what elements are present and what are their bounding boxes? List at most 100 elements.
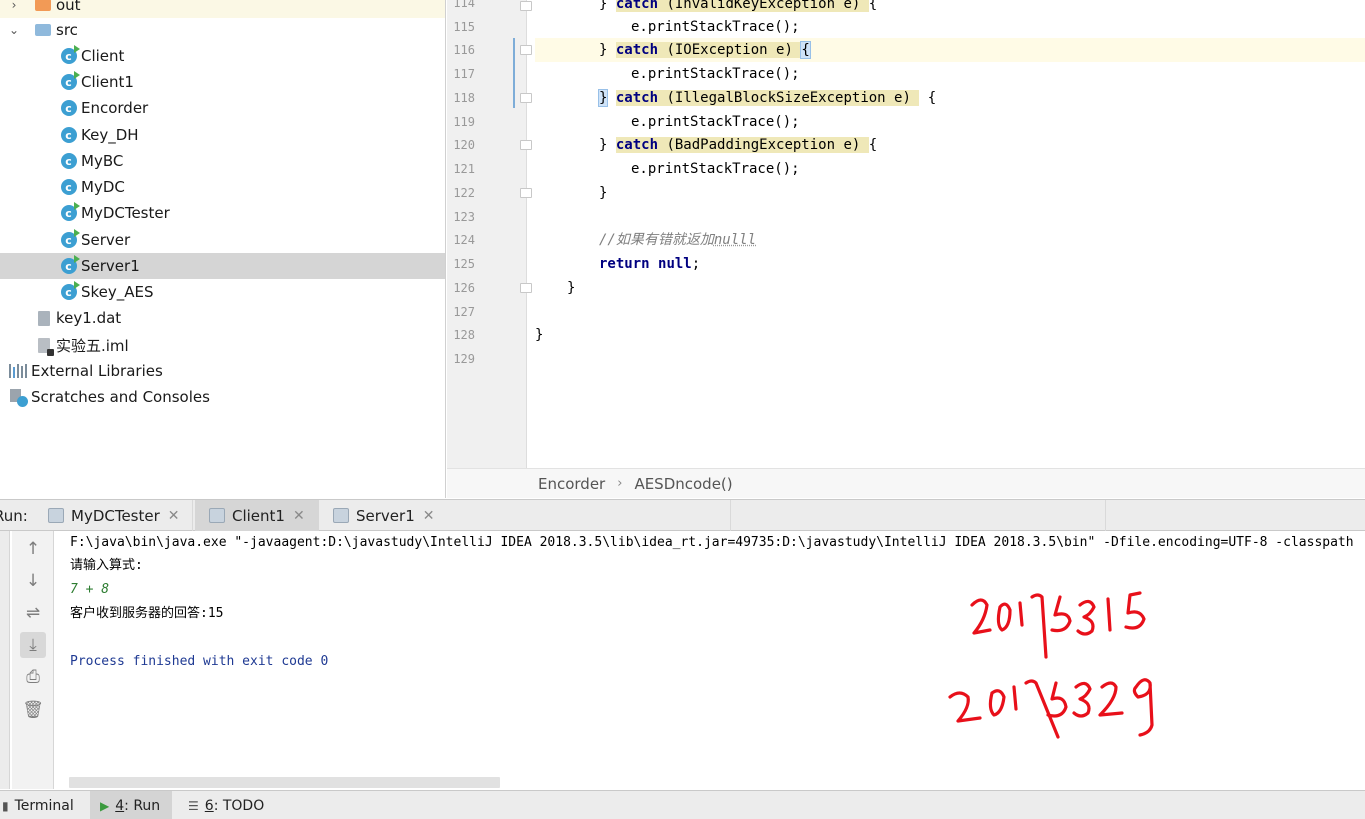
tree-item-encorder[interactable]: c Encorder	[0, 95, 445, 121]
line-number: 117	[453, 67, 475, 81]
horizontal-scrollbar[interactable]	[69, 777, 500, 788]
chevron-right-icon: ›	[617, 476, 623, 491]
run-tool-button[interactable]: ▶ 4: Run	[90, 791, 173, 819]
run-config-icon	[209, 508, 225, 523]
tree-item-server1[interactable]: c Server1	[0, 253, 445, 279]
tree-item-mybc[interactable]: c MyBC	[0, 148, 445, 174]
class-icon: c	[60, 179, 77, 196]
line-number: 120	[453, 138, 475, 152]
line-number: 121	[453, 162, 475, 176]
console-user-input: 7 + 8	[70, 582, 110, 597]
run-title: Run:	[0, 507, 28, 525]
class-icon: c	[60, 281, 80, 301]
class-icon: c	[60, 127, 77, 144]
code-line-122: }	[599, 185, 608, 201]
vcs-change-marker[interactable]	[513, 38, 515, 108]
print-icon[interactable]: ⎙	[20, 664, 46, 690]
code-line-121: e.printStackTrace();	[631, 161, 800, 177]
code-line-126: }	[567, 280, 576, 296]
run-config-icon	[333, 508, 349, 523]
line-number: 128	[453, 328, 475, 342]
close-icon[interactable]: ✕	[293, 508, 305, 524]
handwritten-annotation: 20175315 20175329	[940, 575, 1154, 739]
breadcrumb-method[interactable]: AESDncode()	[634, 475, 732, 493]
fold-marker-icon[interactable]	[520, 93, 532, 103]
handwriting-line2: 20175329	[940, 575, 945, 576]
run-icon: ▶	[100, 798, 110, 813]
editor-gutter: 114 115 116 117 118 119 120 121 122 123 …	[447, 0, 532, 468]
code-line-118: } catch (IllegalBlockSizeException e) {	[597, 89, 937, 107]
tree-item-client1[interactable]: c Client1	[0, 69, 445, 95]
chevron-right-icon[interactable]: ›	[8, 0, 20, 12]
tree-item-server[interactable]: c Server	[0, 227, 445, 253]
line-number: 122	[453, 186, 475, 200]
tree-item-out[interactable]: › out	[0, 0, 445, 18]
run-tab-mydctester[interactable]: MyDCTester ✕	[42, 500, 190, 531]
fold-marker-icon[interactable]	[520, 140, 532, 150]
line-number: 115	[453, 20, 475, 34]
line-number: 125	[453, 257, 475, 271]
run-tab-bar: Run: MyDCTester ✕ Client1 ✕ Server1 ✕	[0, 499, 1365, 531]
tree-item-mydctester[interactable]: c MyDCTester	[0, 200, 445, 226]
tree-item-key-dh[interactable]: c Key_DH	[0, 122, 445, 148]
terminal-tool-button[interactable]: ▮ Terminal	[0, 791, 82, 819]
run-tab-server1[interactable]: Server1 ✕	[325, 500, 444, 531]
line-number: 126	[453, 281, 475, 295]
code-line-115: e.printStackTrace();	[631, 19, 800, 35]
class-icon: c	[60, 202, 80, 222]
terminal-icon: ▮	[2, 798, 9, 813]
tree-item-skey-aes[interactable]: c Skey_AES	[0, 279, 445, 305]
breadcrumb: Encorder › AESDncode()	[447, 468, 1365, 498]
bottom-tool-bar: ▮ Terminal ▶ 4: Run ☰ 6: TODO	[0, 790, 1365, 819]
code-line-125: return null;	[599, 256, 701, 272]
code-line-117: e.printStackTrace();	[631, 66, 800, 82]
tree-item-mydc[interactable]: c MyDC	[0, 174, 445, 200]
scratches-icon	[9, 389, 28, 407]
tree-item-scratches[interactable]: Scratches and Consoles	[0, 384, 445, 410]
scroll-to-end-icon[interactable]: ⤓	[20, 632, 46, 658]
run-left-strip	[0, 531, 10, 789]
class-icon: c	[60, 229, 80, 249]
libraries-icon	[8, 363, 27, 380]
chevron-down-icon[interactable]: ⌄	[8, 23, 20, 37]
line-number: 123	[453, 210, 475, 224]
up-arrow-icon[interactable]: ↑	[20, 536, 46, 562]
fold-marker-icon[interactable]	[520, 45, 532, 55]
tree-item-key1-dat[interactable]: key1.dat	[0, 305, 445, 331]
breadcrumb-class[interactable]: Encorder	[538, 475, 605, 493]
class-icon: c	[60, 71, 80, 91]
code-line-116: } catch (IOException e) {	[535, 38, 1365, 62]
code-line-128: }	[535, 327, 544, 343]
todo-list-icon: ☰	[188, 798, 199, 813]
line-number: 124	[453, 233, 475, 247]
trash-icon[interactable]: 🗑	[20, 697, 46, 723]
handwriting-strokes	[948, 591, 1154, 739]
code-editor[interactable]: 114 115 116 117 118 119 120 121 122 123 …	[447, 0, 1365, 498]
console-exit-message: Process finished with exit code 0	[70, 654, 329, 669]
fold-marker-icon[interactable]	[520, 283, 532, 293]
fold-marker-icon[interactable]	[520, 188, 532, 198]
soft-wrap-icon[interactable]: ⇌	[20, 600, 46, 626]
class-icon: c	[60, 255, 80, 275]
close-icon[interactable]: ✕	[168, 508, 180, 524]
tree-item-src[interactable]: ⌄ src	[0, 17, 445, 43]
close-icon[interactable]: ✕	[423, 508, 435, 524]
run-tab-client1[interactable]: Client1 ✕	[195, 500, 319, 531]
tree-item-external-libraries[interactable]: External Libraries	[0, 358, 445, 384]
run-config-icon	[48, 508, 64, 523]
console-command-line: F:\java\bin\java.exe "-javaagent:D:\java…	[70, 535, 1354, 550]
project-tree-panel: › out ⌄ src c Client c Client1 c Encorde…	[0, 0, 446, 498]
todo-tool-button[interactable]: ☰ 6: TODO	[184, 791, 272, 819]
line-number: 129	[453, 352, 475, 366]
folder-icon	[34, 0, 51, 14]
class-icon: c	[60, 100, 77, 117]
console-response: 客户收到服务器的回答:15	[70, 606, 224, 621]
line-number: 118	[453, 91, 475, 105]
tree-item-iml[interactable]: 实验五.iml	[0, 332, 445, 358]
line-number: 116	[453, 43, 475, 57]
fold-marker-icon[interactable]	[520, 1, 532, 11]
line-number: 119	[453, 115, 475, 129]
class-icon: c	[60, 45, 80, 65]
tree-item-client[interactable]: c Client	[0, 43, 445, 69]
down-arrow-icon[interactable]: ↓	[20, 568, 46, 594]
